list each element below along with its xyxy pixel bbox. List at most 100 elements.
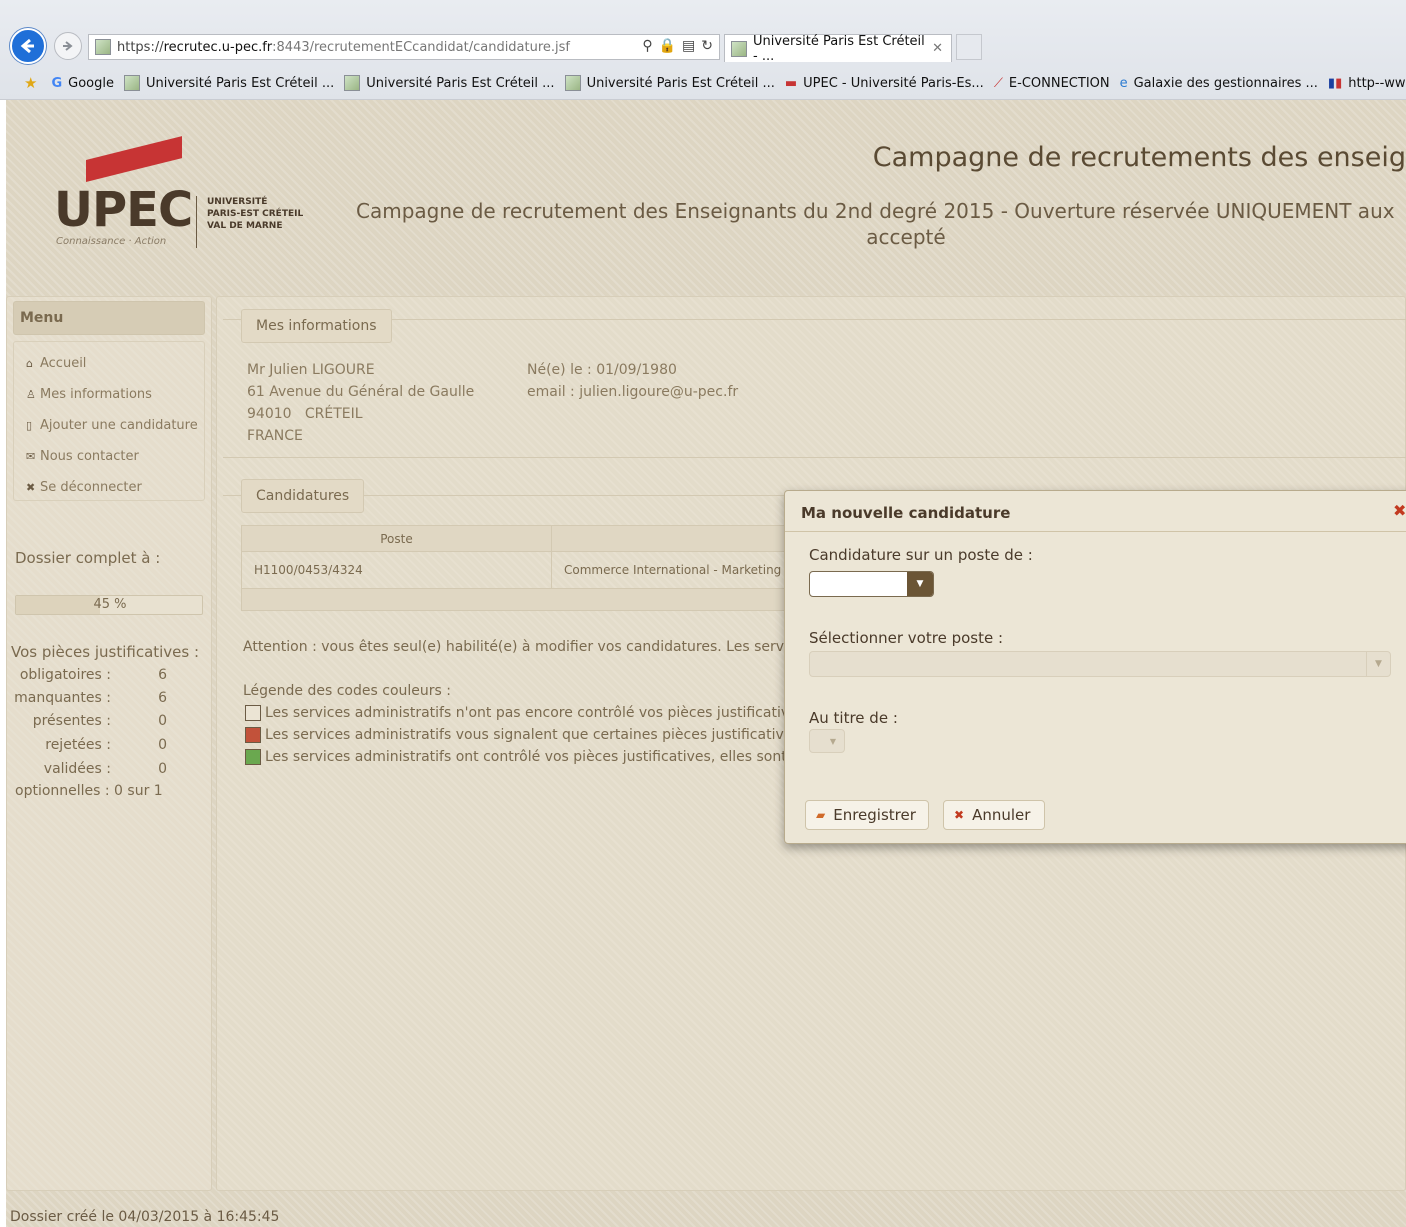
arrow-right-icon [63,41,73,51]
table-footer [242,588,800,610]
menu-item-nous-contacter[interactable]: ✉ Nous contacter [14,441,204,472]
google-icon: G [51,75,63,91]
chevron-down-icon[interactable]: ▼ [822,730,844,752]
close-icon: ✖ [26,481,36,494]
piece-row-validees: validées :0 [43,761,167,777]
upec-logo[interactable]: UPEC Connaissance · Action UNIVERSITÉ PA… [54,136,324,252]
site-favicon-icon [564,75,581,91]
logo-tagline: Connaissance · Action [56,236,167,247]
flag-icon: ▮▮ [1327,75,1343,91]
dialog-title: Ma nouvelle candidature [801,504,1011,522]
progress-text: 45 % [93,597,127,612]
user-contact-block: Né(e) le : 01/09/1980 email : julien.lig… [527,359,738,403]
folder-open-icon: ▰ [816,808,826,822]
menu-item-mes-informations[interactable]: ♙ Mes informations [14,379,204,410]
logo-separator [196,196,197,248]
dossier-label: Dossier complet à : [15,549,161,567]
menu-item-se-deconnecter[interactable]: ✖ Se déconnecter [14,472,204,503]
logo-red-bar [86,136,182,182]
new-tab-button[interactable] [956,34,982,60]
swatch-validated [245,749,261,765]
user-address: 61 Avenue du Général de Gaulle [247,384,475,400]
menu-item-ajouter-candidature[interactable]: ▯ Ajouter une candidature [14,410,204,441]
favorite-link[interactable]: Université Paris Est Créteil ... [564,75,775,91]
logo-text: UPEC [54,182,193,238]
divider [223,457,1406,458]
color-legend-title: Légende des codes couleurs : [243,683,451,699]
user-address-block: Mr Julien LIGOURE 61 Avenue du Général d… [247,359,474,447]
legend-row-pending: Les services administratifs n'ont pas en… [245,705,809,721]
pieces-title: Vos pièces justificatives : [11,643,200,661]
arrow-left-icon [20,38,34,54]
close-icon[interactable]: ✖ [1393,501,1406,520]
chevron-down-icon[interactable]: ▼ [907,572,933,596]
browser-tab[interactable]: Université Paris Est Créteil - ... ✕ [724,33,952,64]
mail-icon: ✉ [26,450,36,463]
favorite-link[interactable]: Université Paris Est Créteil ... [123,75,334,91]
menu-title: Menu [13,301,205,335]
back-button[interactable] [10,28,46,64]
table-header: Poste [242,526,800,552]
url-path: :8443/recrutementECcandidat/candidature.… [272,39,571,55]
favorite-link[interactable]: ⟋ E-CONNECTION [994,76,1110,91]
tab-title: Université Paris Est Créteil - ... [753,33,925,64]
cell-domaine: Commerce International - Marketing [564,563,782,577]
legend-row-validated: Les services administratifs ont contrôlé… [245,749,807,765]
poste-select[interactable]: ▼ [809,651,1391,677]
cancel-button[interactable]: ✖ Annuler [943,800,1045,830]
titre-select[interactable]: ▼ [809,729,845,753]
lock-icon[interactable]: 🔒 [659,38,676,54]
type-poste-select[interactable]: ▼ [809,571,934,597]
new-candidature-dialog: Ma nouvelle candidature ✖ Candidature su… [784,490,1406,844]
dossier-progress-bar: 45 % [15,595,203,615]
menu-item-accueil[interactable]: ⌂ Accueil [14,348,204,379]
address-bar[interactable]: https://recrutec.u-pec.fr:8443/recruteme… [88,34,720,60]
search-icon[interactable]: ⚲ [642,38,652,54]
home-icon: ⌂ [26,357,33,370]
favorite-link[interactable]: ▮▮http--www.legifrance [1328,76,1406,91]
compat-view-icon[interactable]: ▤ [682,38,695,54]
field-poste-label: Sélectionner votre poste : [809,629,1004,647]
piece-row-rejetees: rejetées :0 [45,737,167,753]
piece-row-obligatoires: obligatoires :6 [19,667,167,683]
dossier-created-footer: Dossier créé le 04/03/2015 à 16:45:45 [10,1209,280,1225]
logo-university: UNIVERSITÉ PARIS-EST CRÉTEIL VAL DE MARN… [207,197,304,231]
upec-icon: ▬ [784,75,798,91]
legend-mes-informations: Mes informations [241,309,392,343]
favorite-link[interactable]: e Galaxie des gestionnaires ... [1120,76,1318,91]
menu-list: ⌂ Accueil ♙ Mes informations ▯ Ajouter une … [13,341,205,501]
legend-candidatures: Candidatures [241,479,365,513]
close-icon[interactable]: ✕ [932,41,943,56]
swatch-pending [245,705,261,721]
pieces-optionnelles: optionnelles : 0 sur 1 [15,783,163,799]
url-protocol: https:// [117,39,164,55]
attention-note: Attention : vous êtes seul(e) habilité(e… [243,639,812,655]
page-title: Campagne de recrutements des enseig [872,142,1406,173]
piece-row-presentes: présentes :0 [32,713,167,729]
document-icon: ▯ [26,419,33,432]
site-favicon-icon [123,75,140,91]
user-birthdate: Né(e) le : 01/09/1980 [527,362,677,378]
favorites-star-icon[interactable]: ★ [24,74,37,92]
field-type-poste-label: Candidature sur un poste de : [809,546,1033,564]
forward-button[interactable] [54,32,82,60]
save-button[interactable]: ▰ Enregistrer [805,800,929,830]
site-favicon-icon [344,75,361,91]
page-header: UPEC Connaissance · Action UNIVERSITÉ PA… [6,100,1406,292]
favorites-bar: ★ G Google Université Paris Est Créteil .… [0,70,1406,96]
chevron-down-icon[interactable]: ▼ [1366,652,1390,676]
column-header-poste[interactable]: Poste [242,526,552,551]
table-row[interactable]: H1100/0453/4324 Commerce International -… [242,552,800,588]
refresh-icon[interactable]: ↻ [701,38,713,54]
favorite-link[interactable]: Université Paris Est Créteil ... [344,75,555,91]
econnection-icon: ⟋ [993,75,1003,91]
legend-row-rejected: Les services administratifs vous signale… [245,727,813,743]
favorite-link[interactable]: ▬ UPEC - Université Paris-Es... [785,76,984,91]
site-favicon-icon [95,39,111,55]
candidatures-table: Poste H1100/0453/4324 Commerce Internati… [241,525,801,611]
favorite-link[interactable]: G Google [51,76,114,91]
tab-favicon-icon [731,40,747,57]
user-city: 94010 CRÉTEIL [247,406,363,422]
user-country: FRANCE [247,428,303,444]
dialog-separator [785,531,1406,532]
